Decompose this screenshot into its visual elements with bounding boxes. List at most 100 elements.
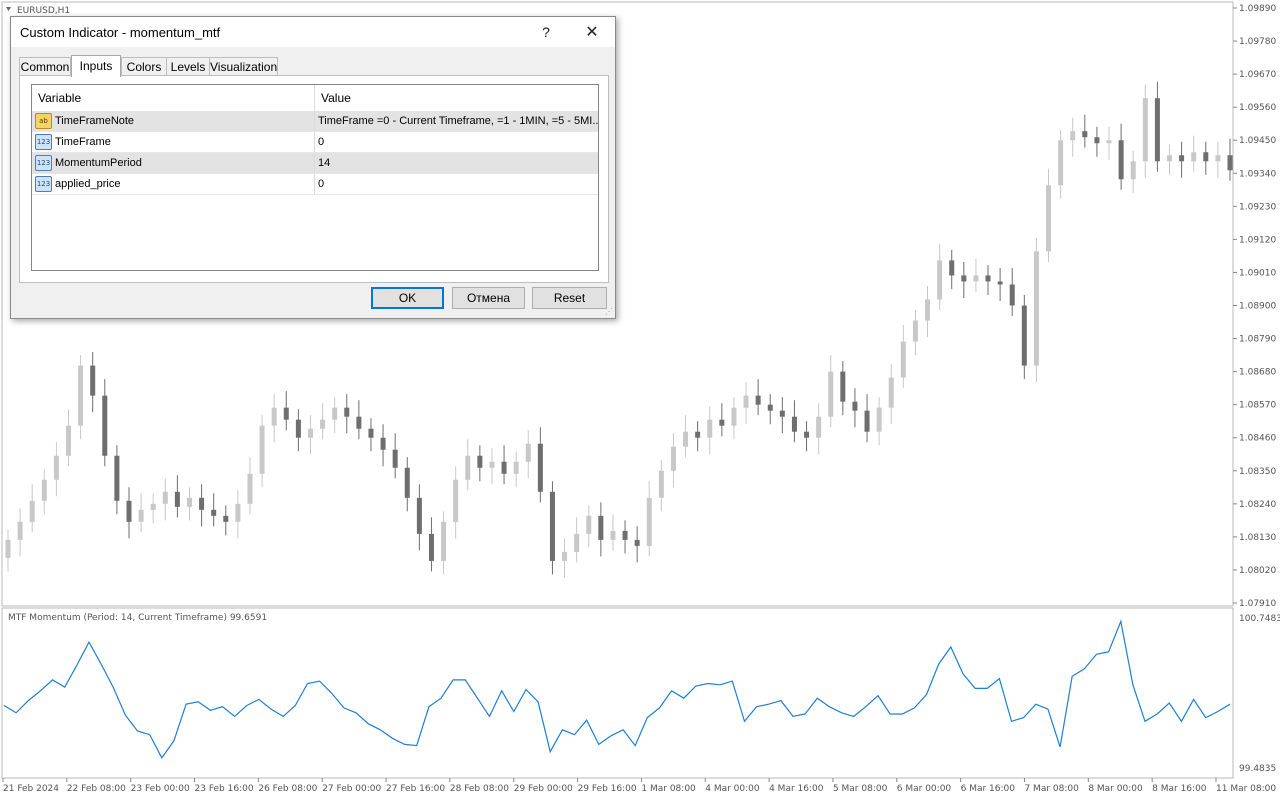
- candle-body: [344, 407, 350, 417]
- column-header-value[interactable]: Value: [315, 85, 351, 111]
- candle-body: [1203, 152, 1209, 162]
- variable-value[interactable]: 0: [316, 132, 598, 152]
- time-tick-label: 29 Feb 00:00: [514, 784, 573, 794]
- candle-body: [441, 521, 447, 561]
- candle-body: [634, 539, 640, 546]
- candle-body: [804, 431, 810, 438]
- momentum-label: MTF Momentum (Period: 14, Current Timefr…: [8, 613, 267, 623]
- candle-body: [392, 449, 398, 468]
- candle-body: [223, 515, 229, 522]
- candle-body: [29, 500, 35, 522]
- candle-body: [925, 299, 931, 321]
- candle-body: [937, 260, 943, 300]
- candle-body: [997, 281, 1003, 285]
- candle-body: [501, 461, 507, 474]
- table-row[interactable]: ab TimeFrameNote TimeFrame =0 - Current …: [32, 111, 598, 132]
- candle-body: [961, 275, 967, 282]
- candle-body: [828, 371, 834, 417]
- ok-button[interactable]: OK: [371, 287, 444, 309]
- number-123-icon: 123: [35, 134, 52, 150]
- candle-body: [126, 500, 132, 522]
- price-tick-label: 1.08020: [1239, 566, 1276, 576]
- candle-body: [574, 533, 580, 552]
- candle-body: [1021, 305, 1027, 366]
- momentum-tick-label: 100.7483: [1239, 614, 1280, 624]
- close-icon[interactable]: ✕: [569, 17, 615, 47]
- candle-body: [1118, 140, 1124, 180]
- grid-header: Variable Value: [32, 85, 598, 112]
- candle-body: [1130, 161, 1136, 180]
- candle-body: [356, 416, 362, 429]
- candle-body: [65, 425, 71, 456]
- candle-body: [1191, 152, 1197, 162]
- custom-indicator-dialog: Custom Indicator - momentum_mtf ? ✕ Comm…: [10, 16, 616, 319]
- help-button[interactable]: ?: [523, 17, 569, 47]
- variable-name: TimeFrameNote: [55, 115, 135, 127]
- candle-body: [320, 419, 326, 429]
- candle-body: [102, 395, 108, 456]
- candle-body: [840, 371, 846, 402]
- candle-body: [1094, 137, 1100, 144]
- price-axis: 1.09890 1.09780 1.09670 1.09560 1.09450 1.093…: [1233, 4, 1276, 609]
- candle-body: [186, 497, 192, 507]
- number-123-icon: 123: [35, 155, 52, 171]
- candle-body: [767, 404, 773, 411]
- candle-body: [1227, 155, 1233, 171]
- price-tick-label: 1.09780: [1239, 37, 1276, 47]
- tab-levels[interactable]: Levels: [166, 57, 210, 76]
- candle-body: [453, 479, 459, 522]
- candle-body: [259, 425, 265, 474]
- symbol-label: EURUSD,H1: [17, 6, 70, 16]
- time-tick-label: 8 Mar 16:00: [1152, 784, 1207, 794]
- candle-body: [380, 437, 386, 450]
- time-tick-label: 29 Feb 16:00: [578, 784, 637, 794]
- table-row[interactable]: 123 applied_price 0: [32, 174, 598, 195]
- tab-colors[interactable]: Colors: [121, 57, 167, 76]
- tab-inputs[interactable]: Inputs: [71, 55, 121, 77]
- candle-body: [1215, 155, 1221, 162]
- candle-body: [1009, 284, 1015, 306]
- variable-value[interactable]: 14: [316, 153, 598, 173]
- variable-value[interactable]: 0: [316, 174, 598, 194]
- candle-body: [888, 377, 894, 408]
- tab-visualization[interactable]: Visualization: [209, 57, 278, 76]
- candle-body: [586, 515, 592, 534]
- tab-common[interactable]: Common: [19, 57, 71, 76]
- table-row[interactable]: 123 MomentumPeriod 14: [32, 153, 598, 174]
- reset-button[interactable]: Reset: [532, 287, 607, 309]
- time-tick-label: 22 Feb 08:00: [67, 784, 126, 794]
- candle-body: [477, 455, 483, 468]
- candle-body: [53, 455, 59, 480]
- inputs-grid: Variable Value ab TimeFrameNote TimeFram…: [31, 84, 599, 271]
- candle-body: [973, 275, 979, 282]
- price-tick-label: 1.09670: [1239, 70, 1276, 80]
- price-tick-label: 1.08460: [1239, 434, 1276, 444]
- time-tick-label: 26 Feb 08:00: [258, 784, 317, 794]
- candle-body: [900, 341, 906, 378]
- candle-body: [150, 503, 156, 510]
- column-header-variable[interactable]: Variable: [32, 85, 81, 111]
- time-tick-label: 4 Mar 16:00: [769, 784, 824, 794]
- candle-body: [1179, 155, 1185, 162]
- candle-body: [949, 260, 955, 276]
- candle-body: [428, 533, 434, 561]
- time-tick-label: 23 Feb 00:00: [131, 784, 190, 794]
- candle-body: [1106, 140, 1112, 144]
- candle-body: [816, 416, 822, 438]
- candle-body: [307, 428, 313, 438]
- dialog-title: Custom Indicator - momentum_mtf: [20, 25, 221, 40]
- candle-body: [731, 407, 737, 426]
- table-row[interactable]: 123 TimeFrame 0: [32, 132, 598, 153]
- candle-body: [743, 395, 749, 408]
- candle-body: [283, 407, 289, 420]
- variable-value[interactable]: TimeFrame =0 - Current Timeframe, =1 - 1…: [316, 111, 598, 131]
- cancel-button[interactable]: Отмена: [452, 287, 525, 309]
- price-tick-label: 1.08240: [1239, 500, 1276, 510]
- resize-grip-icon[interactable]: ⋰: [605, 308, 613, 316]
- time-tick-label: 8 Mar 00:00: [1088, 784, 1143, 794]
- price-tick-label: 1.09120: [1239, 235, 1276, 245]
- dialog-titlebar[interactable]: Custom Indicator - momentum_mtf ? ✕: [11, 17, 615, 47]
- candle-body: [404, 467, 410, 498]
- candle-body: [489, 461, 495, 468]
- price-tick-label: 1.09230: [1239, 202, 1276, 212]
